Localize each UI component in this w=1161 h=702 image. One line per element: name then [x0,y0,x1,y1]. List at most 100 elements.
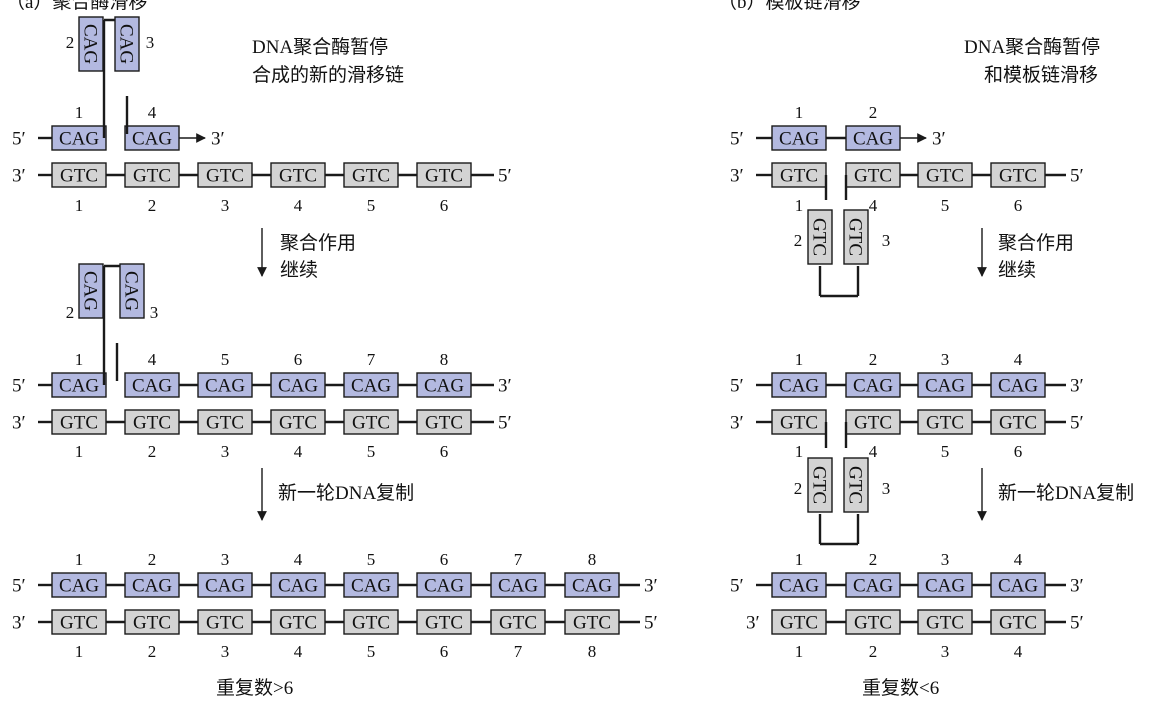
b2-new-strand-unit-3: CAG [917,372,973,398]
b2-new-strand-unit-4-text: CAG [998,376,1038,397]
a1-template-unit-3: GTC [197,162,253,188]
b1-new-strand-unit-1: CAG [771,125,827,151]
a3-template-unit-7: GTC [490,609,546,635]
a1-bottom-number-3: 3 [221,196,230,215]
b3-template-unit-3-text: GTC [926,613,964,634]
b3-new-strand-unit-2: CAG [845,572,901,598]
b1-new-strand-unit-2-text: CAG [853,129,893,150]
a1-template-unit-5: GTC [343,162,399,188]
a1-bottom-number-4: 4 [294,196,303,215]
b2-template-unit-4-text: GTC [999,413,1037,434]
panel-b-header: （b）模板链滑移 [718,0,861,13]
b1-new-strand-unit-2: CAG [845,125,901,151]
b2-new-strand-left-end: 5′ [730,376,744,397]
b2-template-left-end: 3′ [730,413,744,434]
b2-top-number-1: 1 [795,350,804,369]
a3-new-strand-unit-2-text: CAG [132,576,172,597]
panel-b-arrow1: 聚合作用 继续 [977,228,1074,281]
a2-new-strand-unit-5-text: CAG [351,376,391,397]
a3-new-strand-unit-5: CAG [343,572,399,598]
b2-bottom-number-3: 5 [941,442,950,461]
a3-new-strand-unit-6-text: CAG [424,576,464,597]
b1-template-unit-3-text: GTC [926,166,964,187]
diagram-stage: （a）聚合酶滑移 （b）模板链滑移 DNA聚合酶暂停 合成的新的滑移链 DNA聚… [0,0,1161,702]
b1-top-number-2: 2 [869,103,878,122]
a1-template-unit-4-text: GTC [279,166,317,187]
b2-loop-unit-3: GTC [843,457,869,513]
b1-bottom-number-2: 4 [869,196,878,215]
panel-a-note-line1: DNA聚合酶暂停 [252,36,388,58]
a3-top-number-6: 6 [440,550,449,569]
b2-new-strand-unit-2: CAG [845,372,901,398]
a2-new-strand-unit-6-text: CAG [424,376,464,397]
b3-new-strand-right-end: 3′ [1070,576,1084,597]
b3-new-strand-left-end: 5′ [730,576,744,597]
b3-template-unit-1-text: GTC [780,613,818,634]
b3-top-number-1: 1 [795,550,804,569]
a2-template-unit-2: GTC [124,409,180,435]
b2-loop-unit-3-text: GTC [845,466,866,504]
a2-bottom-number-1: 1 [75,442,84,461]
b2-top-number-4: 4 [1014,350,1023,369]
a3-template-unit-5: GTC [343,609,399,635]
b2-template-unit-2: GTC [845,409,901,435]
a3-new-strand-unit-7-text: CAG [498,576,538,597]
a2-new-strand-unit-1-text: CAG [59,376,99,397]
a3-top-number-4: 4 [294,550,303,569]
b1-loop-unit-2-text: GTC [809,218,830,256]
a3-template-unit-1: GTC [51,609,107,635]
a1-new-strand-right-end: 3′ [211,129,225,150]
a1-template-unit-6-text: GTC [425,166,463,187]
a2-loop-unit-3: CAG [119,263,145,319]
b2-loop-number-2: 2 [794,479,803,498]
a3-new-strand-unit-4-text: CAG [278,576,318,597]
a3-template-unit-8: GTC [564,609,620,635]
a3-template-unit-1-text: GTC [60,613,98,634]
a2-bottom-number-4: 4 [294,442,303,461]
a1-new-strand-unit-1: CAG [51,125,107,151]
a1-template-unit-4: GTC [270,162,326,188]
a3-bottom-number-2: 2 [148,642,157,661]
a3-bottom-number-1: 1 [75,642,84,661]
b1-template-unit-4-text: GTC [999,166,1037,187]
panel-a-arrow2: 新一轮DNA复制 [257,468,414,521]
b3-bottom-number-4: 4 [1014,642,1023,661]
a3-template-unit-2-text: GTC [133,613,171,634]
b1-new-strand-left-end: 5′ [730,129,744,150]
a2-template-unit-4-text: GTC [279,413,317,434]
a3-template-unit-4: GTC [270,609,326,635]
a2-template-left-end: 3′ [12,413,26,434]
a1-template-unit-1-text: GTC [60,166,98,187]
a3-new-strand-unit-6: CAG [416,572,472,598]
a2-template-unit-5-text: GTC [352,413,390,434]
a1-bottom-number-6: 6 [440,196,449,215]
a2-new-strand-left-end: 5′ [12,376,26,397]
panel-a-header: （a）聚合酶滑移 [6,0,147,13]
b3-new-strand-unit-3-text: CAG [925,576,965,597]
a2-new-strand-unit-4: CAG [270,372,326,398]
a3-template-unit-6-text: GTC [425,613,463,634]
a2-top-number-4: 6 [294,350,303,369]
a1-template-unit-5-text: GTC [352,166,390,187]
a1-template-unit-2-text: GTC [133,166,171,187]
a3-new-strand-unit-1-text: CAG [59,576,99,597]
dna-strands: 1 4 5′ 3′ CAG CAG CAG CAG 2 3 3′ 5′ GTC GTC GTC GTC GTC G… [12,16,1084,661]
a1-bottom-number-2: 2 [148,196,157,215]
a1-new-strand-unit-2-text: CAG [132,129,172,150]
panel-b-arrow1-label1: 聚合作用 [998,232,1074,254]
a3-top-number-5: 5 [367,550,376,569]
a2-template-unit-3: GTC [197,409,253,435]
panel-a-summary: 重复数>6 [216,677,293,699]
a3-new-strand-unit-8: CAG [564,572,620,598]
a2-top-number-6: 8 [440,350,449,369]
a3-new-strand-unit-7: CAG [490,572,546,598]
replication-slippage-diagram: （a）聚合酶滑移 （b）模板链滑移 DNA聚合酶暂停 合成的新的滑移链 DNA聚… [6,0,1134,699]
b1-template-unit-1-text: GTC [780,166,818,187]
b1-template-left-end: 3′ [730,166,744,187]
b3-new-strand-unit-1-text: CAG [779,576,819,597]
a3-template-unit-4-text: GTC [279,613,317,634]
a3-top-number-3: 3 [221,550,230,569]
b1-new-strand-unit-1-text: CAG [779,129,819,150]
b1-bottom-number-1: 1 [795,196,804,215]
a2-template-unit-4: GTC [270,409,326,435]
